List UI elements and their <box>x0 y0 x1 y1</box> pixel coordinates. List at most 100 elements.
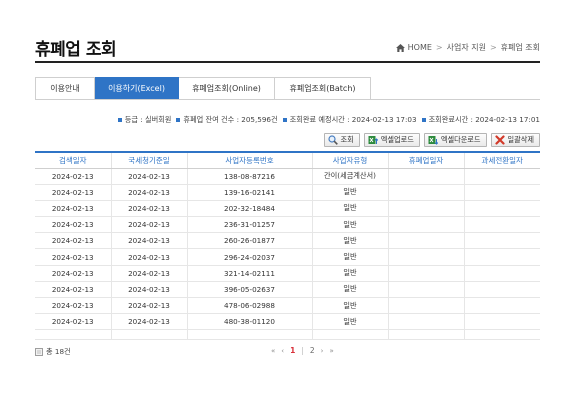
table-cell: 2024-02-13 <box>35 216 112 234</box>
info-expected-time: 조회완료 예정시간 : 2024-02-13 17:03 <box>282 114 417 126</box>
table-cell: 2024-02-13 <box>35 265 112 282</box>
table-row[interactable]: 2024-02-13 2024-02-13 321-14-02111 일반 <box>35 265 540 282</box>
table-cell: 2024-02-13 <box>35 313 112 331</box>
table-cell: 일반 <box>312 297 389 315</box>
home-icon <box>395 43 405 52</box>
table-row[interactable]: 2024-02-13 2024-02-13 139-16-02141 일반 <box>35 184 540 201</box>
column-header-closure-date: 휴폐업일자 <box>388 151 465 169</box>
table-row[interactable]: 2024-02-13 2024-02-13 138-08-87216 간이(세금계산서… <box>35 168 540 185</box>
table-cell: 2024-02-13 <box>111 184 188 201</box>
pagination: « ‹ 1 | 2 › » <box>268 346 337 355</box>
page-1[interactable]: 1 <box>290 346 295 355</box>
delete-x-icon <box>494 135 505 145</box>
last-page-icon[interactable]: » <box>329 347 333 355</box>
next-page-icon[interactable]: › <box>321 347 324 355</box>
table-cell: 2024-02-13 <box>111 313 188 331</box>
page-2[interactable]: 2 <box>310 346 315 355</box>
table-row[interactable]: 2024-02-13 2024-02-13 260-26-01877 일반 <box>35 232 540 250</box>
action-buttons: 조회 엑셀업로드 엑셀다운로드 일괄삭제 <box>323 133 540 147</box>
column-header-business-type: 사업자유형 <box>312 151 389 169</box>
column-header-nts-base-date: 국세청기준일 <box>111 151 188 169</box>
table-row[interactable]: 2024-02-13 2024-02-13 202-32-18484 일반 <box>35 200 540 218</box>
excel-download-button[interactable]: 엑셀다운로드 <box>423 133 487 147</box>
search-button[interactable]: 조회 <box>323 133 360 147</box>
table-cell: 2024-02-13 <box>35 184 112 201</box>
table-cell: 2024-02-13 <box>111 281 188 299</box>
tab-bar: 이용안내 이용하기(Excel) 휴폐업조회(Online) 휴폐업조회(Bat… <box>35 77 371 100</box>
table-cell: 2024-02-13 <box>35 168 112 185</box>
table-cell <box>388 200 465 218</box>
bullet-icon <box>176 118 181 122</box>
table-cell <box>464 232 540 250</box>
table-cell <box>388 297 465 315</box>
table-cell <box>388 216 465 234</box>
table-cell: 2024-02-13 <box>111 168 188 185</box>
info-row: 등급 : 실버회원 휴폐업 잔여 건수 : 205,596건 조회완료 예정시간… <box>35 114 540 126</box>
table-cell: 2024-02-13 <box>111 200 188 218</box>
table-filler-row <box>35 329 540 341</box>
table-cell <box>464 281 540 299</box>
table-cell: 일반 <box>312 248 389 266</box>
table-row[interactable]: 2024-02-13 2024-02-13 478-06-02988 일반 <box>35 297 540 315</box>
tabs-divider <box>35 99 540 100</box>
table-row[interactable]: 2024-02-13 2024-02-13 480-38-01120 일반 <box>35 313 540 331</box>
tab-guide[interactable]: 이용안내 <box>35 77 95 100</box>
table-cell: 2024-02-13 <box>35 232 112 250</box>
table-cell: 202-32-18484 <box>187 200 313 218</box>
table-cell: 139-16-02141 <box>187 184 313 201</box>
delete-all-button[interactable]: 일괄삭제 <box>490 133 540 147</box>
info-grade: 등급 : 실버회원 <box>117 114 171 126</box>
table-cell: 2024-02-13 <box>35 297 112 315</box>
table-cell: 296-24-02037 <box>187 248 313 266</box>
excel-upload-button[interactable]: 엑셀업로드 <box>363 133 420 147</box>
table-cell: 2024-02-13 <box>111 265 188 282</box>
table-cell <box>388 313 465 331</box>
table-cell: 일반 <box>312 265 389 282</box>
table-cell <box>388 248 465 266</box>
tab-use-excel[interactable]: 이용하기(Excel) <box>95 77 179 100</box>
table-cell <box>388 184 465 201</box>
prev-page-icon[interactable]: ‹ <box>281 347 284 355</box>
table-row[interactable]: 2024-02-13 2024-02-13 396-05-02637 일반 <box>35 281 540 299</box>
table-cell: 2024-02-13 <box>111 297 188 315</box>
table-cell: 2024-02-13 <box>35 281 112 299</box>
table-cell: 2024-02-13 <box>111 216 188 234</box>
bullet-icon <box>421 118 426 122</box>
breadcrumb-home[interactable]: HOME <box>408 43 432 52</box>
table-row[interactable]: 2024-02-13 2024-02-13 236-31-01257 일반 <box>35 216 540 234</box>
table-cell: 일반 <box>312 232 389 250</box>
first-page-icon[interactable]: « <box>271 347 275 355</box>
table-cell: 321-14-02111 <box>187 265 313 282</box>
bullet-icon <box>117 118 122 122</box>
total-count-text: 총 18건 <box>46 347 71 356</box>
table-cell: 일반 <box>312 200 389 218</box>
table-cell <box>464 248 540 266</box>
breadcrumb-business-support[interactable]: 사업자 지원 <box>447 42 486 53</box>
table-cell: 478-06-02988 <box>187 297 313 315</box>
table-cell <box>464 265 540 282</box>
table-header-row: 검색일자 국세청기준일 사업자등록번호 사업자유형 휴폐업일자 과세전환일자 <box>35 151 540 169</box>
column-header-search-date: 검색일자 <box>35 151 112 169</box>
table-cell: 480-38-01120 <box>187 313 313 331</box>
table-cell: 396-05-02637 <box>187 281 313 299</box>
tab-online-lookup[interactable]: 휴폐업조회(Online) <box>179 77 275 100</box>
search-icon <box>327 135 338 145</box>
page-title: 휴폐업 조회 <box>35 40 117 60</box>
bullet-icon <box>282 118 287 122</box>
table-cell: 일반 <box>312 313 389 331</box>
info-remaining-count: 휴폐업 잔여 건수 : 205,596건 <box>176 114 278 126</box>
table-cell <box>388 265 465 282</box>
breadcrumb: HOME > 사업자 지원 > 휴폐업 조회 <box>395 42 540 53</box>
page-divider: | <box>301 346 304 355</box>
document-icon <box>35 348 43 356</box>
total-count: 총 18건 <box>35 347 71 357</box>
table-cell: 일반 <box>312 216 389 234</box>
breadcrumb-current: 휴폐업 조회 <box>500 43 540 52</box>
table-row[interactable]: 2024-02-13 2024-02-13 296-24-02037 일반 <box>35 248 540 266</box>
table-cell <box>388 168 465 185</box>
table-cell: 260-26-01877 <box>187 232 313 250</box>
table-cell: 138-08-87216 <box>187 168 313 185</box>
tab-batch-lookup[interactable]: 휴폐업조회(Batch) <box>275 77 371 100</box>
table-cell: 2024-02-13 <box>111 232 188 250</box>
table-cell: 일반 <box>312 281 389 299</box>
